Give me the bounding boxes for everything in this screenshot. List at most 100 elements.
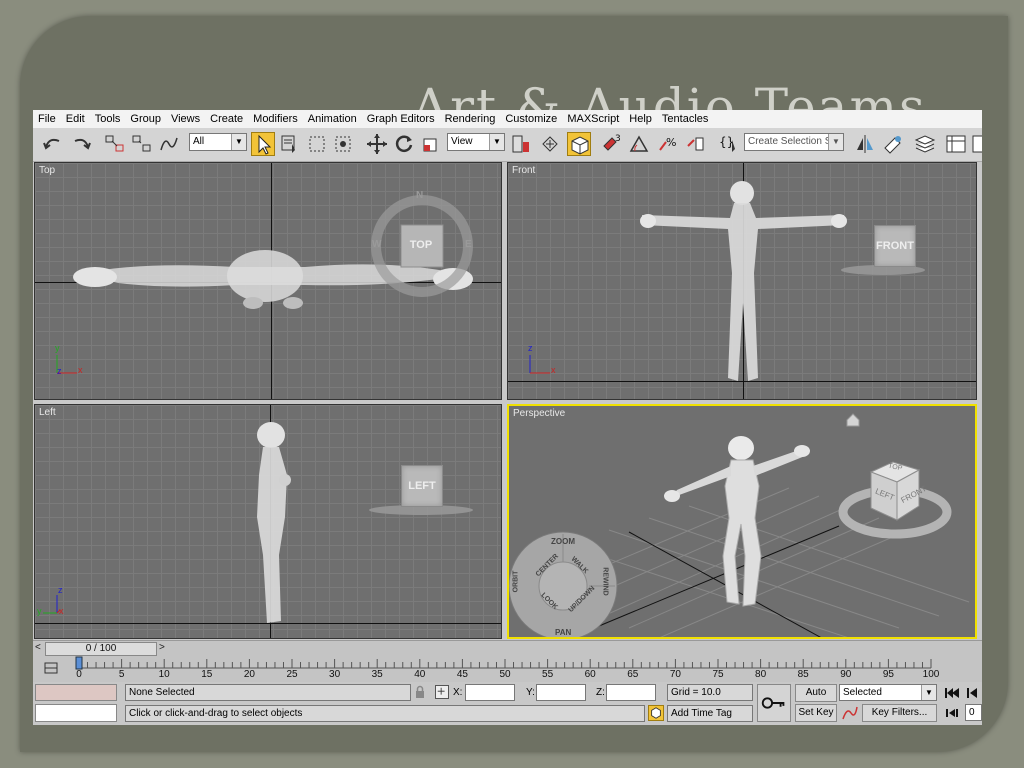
time-slider-bar: < 0 / 100 > (33, 640, 982, 656)
menu-help[interactable]: Help (624, 113, 657, 125)
viewport-front[interactable]: Front FRONT z x (507, 162, 977, 400)
layer-manager-icon[interactable] (913, 132, 937, 156)
unlink-selection-icon[interactable] (130, 132, 154, 156)
absolute-mode-icon[interactable] (435, 685, 449, 699)
wheel-rewind[interactable]: REWIND (602, 567, 609, 595)
maxscript-listener-mini[interactable] (35, 684, 117, 701)
select-by-name-icon[interactable] (278, 132, 302, 156)
menu-edit[interactable]: Edit (61, 113, 90, 125)
spinner-snap-icon[interactable] (683, 132, 707, 156)
ruler-tick-label: 50 (499, 669, 511, 680)
time-slider-next-icon[interactable]: > (159, 642, 165, 653)
menu-animation[interactable]: Animation (303, 113, 362, 125)
menu-maxscript[interactable]: MAXScript (562, 113, 624, 125)
current-frame-marker[interactable] (75, 656, 83, 670)
wheel-orbit[interactable]: ORBIT (512, 571, 519, 593)
selection-filter-dropdown[interactable]: All ▼ (189, 133, 247, 151)
redo-icon[interactable] (69, 132, 93, 156)
align-icon[interactable] (881, 132, 905, 156)
previous-frame-icon[interactable] (965, 686, 981, 700)
ruler-tick-label: 55 (542, 669, 554, 680)
ruler-tick-label: 100 (922, 669, 940, 680)
menu-create[interactable]: Create (205, 113, 248, 125)
percent-snap-icon[interactable]: % (655, 132, 679, 156)
menu-views[interactable]: Views (166, 113, 205, 125)
select-and-manipulate-icon[interactable] (538, 132, 562, 156)
ruler-tick-label: 35 (371, 669, 383, 680)
chevron-down-icon: ▼ (921, 685, 936, 700)
angle-snap-icon[interactable] (627, 132, 651, 156)
menu-customize[interactable]: Customize (500, 113, 562, 125)
time-slider-thumb[interactable]: 0 / 100 (45, 642, 157, 656)
wheel-pan[interactable]: PAN (555, 628, 571, 637)
select-object-icon[interactable] (251, 132, 275, 156)
main-toolbar: All ▼ View ▼ 3 % {} Create Selection Set ▼ (33, 128, 982, 162)
set-key-button[interactable]: Set Key (795, 704, 837, 722)
ruler-tick-label: 20 (243, 669, 255, 680)
ruler-tick-label: 40 (414, 669, 426, 680)
keyboard-shortcut-override-icon[interactable] (567, 132, 591, 156)
lock-icon[interactable] (413, 685, 427, 699)
add-time-tag-button[interactable]: Add Time Tag (667, 705, 753, 722)
key-filters-button[interactable]: Key Filters... (862, 704, 937, 722)
viewport-perspective[interactable]: Perspective TOP LEFT FRONT ZOOM CENTER W… (507, 404, 977, 639)
viewport-left[interactable]: Left LEFT z y x (34, 404, 502, 639)
ruler-tick-label: 95 (882, 669, 894, 680)
ruler-tick-label: 80 (755, 669, 767, 680)
pivot-center-icon[interactable] (509, 132, 533, 156)
wheel-zoom[interactable]: ZOOM (551, 537, 575, 546)
axis-x-label: x (78, 365, 83, 375)
viewport-top[interactable]: Top TOP N W E y x z (34, 162, 502, 400)
menu-tentacles[interactable]: Tentacles (657, 113, 713, 125)
select-and-link-icon[interactable] (103, 132, 127, 156)
selection-region-icon[interactable] (305, 132, 329, 156)
snaps-toggle-icon[interactable]: 3 (599, 132, 623, 156)
menu-rendering[interactable]: Rendering (440, 113, 501, 125)
default-tangent-icon[interactable] (841, 705, 859, 721)
undo-icon[interactable] (41, 132, 65, 156)
y-coordinate-field[interactable] (536, 684, 586, 701)
ruler-tick-label: 25 (286, 669, 298, 680)
ruler-tick-label: 85 (797, 669, 809, 680)
menu-tools[interactable]: Tools (90, 113, 126, 125)
axis-y-label: y (55, 343, 60, 353)
ruler-tick-label: 60 (584, 669, 596, 680)
go-to-start-icon[interactable] (943, 686, 961, 700)
axis-tripod-icon (43, 595, 61, 614)
selection-filter-value: All (193, 136, 205, 147)
menu-graph-editors[interactable]: Graph Editors (362, 113, 440, 125)
current-frame-field[interactable]: 0 (965, 704, 982, 721)
auto-key-button[interactable]: Auto Key (795, 684, 837, 714)
maxscript-input-mini[interactable] (35, 704, 117, 722)
window-crossing-icon[interactable] (332, 132, 356, 156)
scale-icon[interactable] (419, 132, 443, 156)
graph-editor-icon[interactable] (944, 132, 968, 156)
time-tag-icon[interactable] (648, 705, 664, 721)
x-coordinate-field[interactable] (465, 684, 515, 701)
mini-curve-editor-icon[interactable] (43, 660, 59, 676)
edit-named-selection-icon[interactable]: {} (717, 132, 741, 156)
key-mode-toggle-icon[interactable] (943, 706, 961, 720)
menu-modifiers[interactable]: Modifiers (248, 113, 303, 125)
ruler-tick-label: 65 (627, 669, 639, 680)
ruler-tick-label: 70 (669, 669, 681, 680)
menu-group[interactable]: Group (125, 113, 166, 125)
z-coordinate-field[interactable] (606, 684, 656, 701)
rotate-icon[interactable] (392, 132, 416, 156)
bind-to-space-warp-icon[interactable] (157, 132, 181, 156)
time-slider-prev-icon[interactable]: < (35, 642, 41, 653)
move-icon[interactable] (365, 132, 389, 156)
status-bar: None Selected Click or click-and-drag to… (33, 682, 982, 725)
set-keys-key-icon[interactable] (757, 684, 791, 722)
menu-file[interactable]: File (33, 113, 61, 125)
z-coordinate-label: Z: (596, 687, 605, 698)
mirror-icon[interactable] (853, 132, 877, 156)
reference-coordinate-dropdown[interactable]: View ▼ (447, 133, 505, 151)
ruler-tick-label: 0 (76, 669, 82, 680)
schematic-view-icon[interactable] (971, 132, 982, 156)
named-selection-sets-dropdown[interactable]: Create Selection Set ▼ (744, 133, 844, 151)
key-mode-dropdown[interactable]: Selected ▼ (839, 684, 937, 701)
reference-coordinate-value: View (451, 136, 473, 147)
track-bar[interactable]: 0 5 10 15 20 25 30 35 40 45 50 55 60 65 70 75 80 85 90 95 10… (33, 656, 982, 682)
axis-tripod-icon (529, 355, 550, 374)
